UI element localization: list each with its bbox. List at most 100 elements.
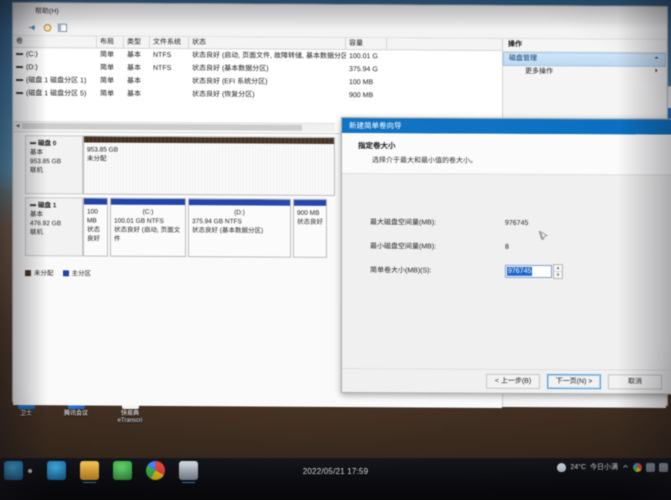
dialog-footer: < 上一步(B) 下一页(N) > 取消 [342,368,671,393]
cell-type: 基本 [127,51,141,59]
new-simple-volume-wizard-dialog[interactable]: 新建简单卷向导 指定卷大小 选择介于最大和最小值的卷大小。 最大磁盘空间量(MB… [341,117,671,395]
partition-status: 状态良好 (启动, 页面文件 [114,226,181,243]
partition-c[interactable]: (C:) 100.01 GB NTFS 状态良好 (启动, 页面文件 [110,197,186,258]
cell-layout: 简单 [100,64,114,72]
partition-size: 100 MB [87,208,98,225]
cell-volume-text: (磁盘 1 磁盘分区 1) [26,77,87,85]
actions-pane-item-label: 更多操作 [525,68,553,76]
stepper-up-icon[interactable]: ▲ [554,264,562,272]
partition-status: 状态良好 [87,226,100,243]
partition-color-bar [294,199,326,206]
partition-size: 100.01 GB NTFS [114,217,164,225]
partition-color-bar [111,198,185,206]
cell-layout: 简单 [100,51,114,59]
partition-unallocated[interactable]: 953.85 GB 未分配 [83,135,335,196]
partition-status: 状态良好 [297,218,323,226]
cell-volume-text: (磁盘 1 磁盘分区 5) [26,90,87,98]
scrollbar-thumb[interactable] [22,123,302,131]
partition-size: 900 MB [297,209,320,217]
cell-capacity: 100.01 G [349,53,378,61]
cloud-icon [557,462,567,472]
cell-capacity: 900 MB [349,92,374,100]
column-header-volume[interactable]: 卷 [13,36,97,48]
cell-capacity: 100 MB [349,79,374,87]
actions-pane-selected-item[interactable]: 磁盘管理 [503,51,666,67]
disk-size: 953.85 GB [30,158,62,166]
partition-efi[interactable]: 100 MB 状态良好 [83,197,108,257]
column-header-capacity[interactable]: 容量 [346,38,387,50]
cell-volume-text: (C:) [26,51,38,59]
taskbar[interactable]: 2022/05/21 17:59 24°C 今日小满 [0,458,671,500]
disk-icon [30,204,36,207]
stepper-down-icon[interactable]: ▼ [554,272,562,278]
chrome-icon[interactable] [633,462,642,472]
cell-volume-text: (D:) [26,64,38,72]
chevron-up-icon[interactable] [653,54,660,66]
field-value: 8 [505,243,509,251]
volume-list[interactable]: 卷 布局 类型 文件系统 状态 容量 (C:) 简单 基本 NTFS 状态良好 … [13,36,502,103]
dialog-subheading: 选择介于最大和最小值的卷大小。 [372,157,477,165]
volume-icon [16,66,23,69]
quantity-stepper[interactable]: ▲ ▼ [553,263,563,279]
disk-type: 基本 [30,211,43,219]
cell-volume: (C:) [13,48,97,62]
disk-info-1: 磁盘 1 基本 476.92 GB 联机 [25,197,83,257]
legend: 未分配 主分区 [25,267,225,278]
chevron-up-icon[interactable] [622,463,629,472]
cell-volume: (磁盘 1 磁盘分区 1) [13,74,97,88]
cell-capacity: 375.94 G [349,66,378,74]
tray-temperature: 24°C [570,463,586,471]
field-label: 最大磁盘空间量(MB): [370,219,437,227]
partition-d[interactable]: (D:) 375.94 GB NTFS 状态良好 (基本数据分区) [188,198,291,258]
refresh-icon[interactable] [42,22,53,33]
column-header-filesystem[interactable]: 文件系统 [150,36,189,49]
actions-pane-selected-label: 磁盘管理 [509,55,537,63]
menu-item-help[interactable]: 帮助(H) [35,8,59,15]
partition-status: 状态良好 (基本数据分区) [192,227,264,235]
table-row[interactable]: (磁盘 1 磁盘分区 5) 简单 基本 状态良好 (恢复分区) 900 MB [13,87,502,103]
volume-size-value: 976745 [507,266,533,276]
dialog-title: 新建简单卷向导 [349,121,402,131]
dialog-heading: 指定卷大小 [358,141,396,151]
next-button[interactable]: 下一页(N) > [547,373,601,389]
chevron-right-icon[interactable] [653,67,660,79]
partition-label: (C:) [142,208,154,216]
battery-icon[interactable] [659,462,668,472]
cancel-button[interactable]: 取消 [608,373,662,390]
volume-size-input[interactable]: 976745 [505,264,552,278]
field-label: 最小磁盘空间量(MB): [370,243,437,251]
cell-layout: 简单 [100,77,114,85]
volume-icon [16,92,23,95]
disk-state: 联机 [30,167,43,175]
scroll-left-arrow-icon[interactable]: ◀ [14,123,21,129]
disk-icon [30,142,36,145]
legend-swatch-unallocated [25,270,31,277]
cell-filesystem: NTFS [153,51,172,59]
column-header-type[interactable]: 类型 [124,36,150,48]
cell-filesystem: NTFS [153,64,172,72]
disk-name: 磁盘 0 [30,139,79,148]
partition-status: 未分配 [87,155,107,163]
back-button[interactable]: < 上一步(B) [486,373,540,389]
disk-type: 基本 [30,149,43,157]
actions-pane-item-more[interactable]: 更多操作 [503,66,666,79]
cell-status: 状态良好 (基本数据分区) [192,65,269,73]
legend-item-primary: 主分区 [62,267,91,277]
show-pane-icon[interactable] [57,22,68,33]
desktop-icon-label: 卫士 [19,411,32,417]
back-arrow-icon[interactable] [27,22,38,33]
photographed-screen: 卫士 腾讯会议 快易典 eTranscri 帮助(H) 卷 布局 类型 文件系统… [0,0,671,500]
column-header-status[interactable]: 状态 [189,37,346,50]
partition-recovery[interactable]: 900 MB 状态良好 [293,198,327,258]
volume-icon [16,79,23,82]
network-icon[interactable] [646,462,655,472]
cell-status: 状态良好 (启动, 页面文件, 故障转储, 基本数据分区) [192,52,346,61]
cell-filesystem [150,88,189,101]
cell-type: 基本 [127,77,141,85]
desktop-icon-label: eTranscri [117,418,143,424]
cell-filesystem [150,75,189,88]
volume-icon [16,53,23,56]
disk-info-0: 磁盘 0 基本 953.85 GB 联机 [25,135,83,195]
legend-item-unallocated: 未分配 [25,267,54,277]
column-header-layout[interactable]: 布局 [97,36,124,48]
